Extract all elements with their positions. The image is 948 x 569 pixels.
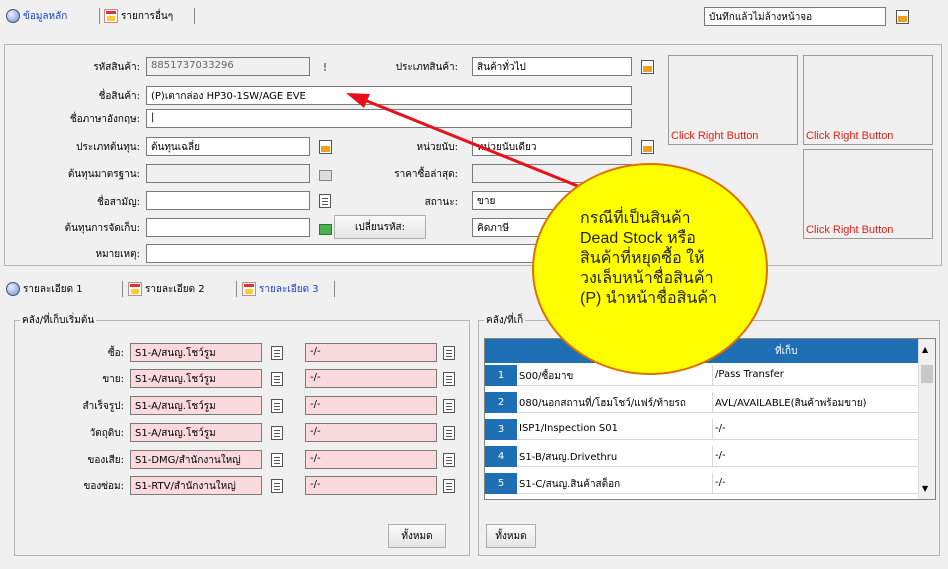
callout-line: (P) นำหน้าชื่อสินค้า <box>580 290 718 307</box>
callout-line: วงเล็บหน้าชื่อสินค้า <box>580 270 714 287</box>
callout-line: Dead Stock หรือ <box>580 230 696 247</box>
callout-text: กรณีที่เป็นสินค้า Dead Stock หรือ สินค้า… <box>580 209 780 309</box>
arrow-head-icon <box>346 93 370 108</box>
callout-line: สินค้าที่หยุดซื้อ ให้ <box>580 250 705 267</box>
callout-line: กรณีที่เป็นสินค้า <box>580 210 691 227</box>
callout-arrow <box>346 93 601 197</box>
